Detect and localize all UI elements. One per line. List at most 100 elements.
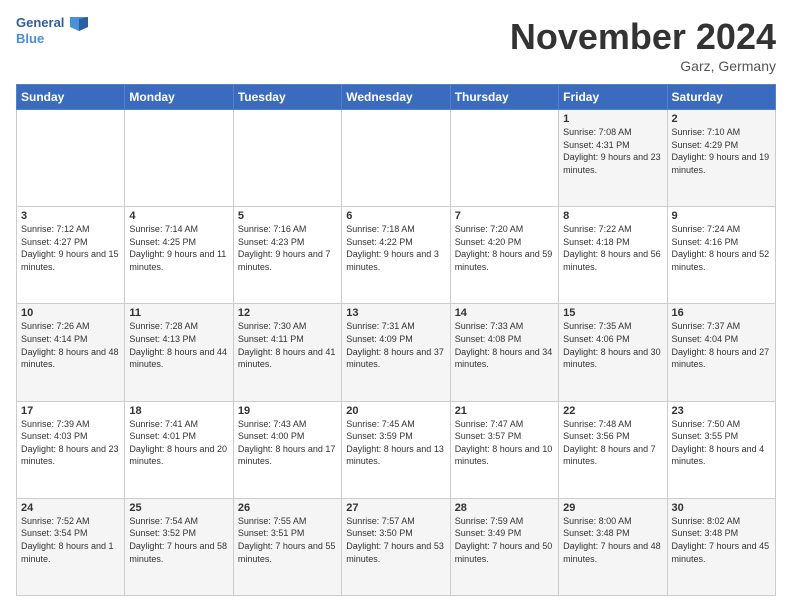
day-cell: 21Sunrise: 7:47 AM Sunset: 3:57 PM Dayli… <box>450 401 558 498</box>
day-number: 23 <box>672 405 771 417</box>
day-number: 29 <box>563 502 662 514</box>
location: Garz, Germany <box>510 58 776 74</box>
day-info: Sunrise: 7:55 AM Sunset: 3:51 PM Dayligh… <box>238 515 337 565</box>
week-row-3: 10Sunrise: 7:26 AM Sunset: 4:14 PM Dayli… <box>17 304 776 401</box>
day-cell <box>342 110 450 207</box>
day-info: Sunrise: 7:31 AM Sunset: 4:09 PM Dayligh… <box>346 320 445 370</box>
day-info: Sunrise: 7:43 AM Sunset: 4:00 PM Dayligh… <box>238 418 337 468</box>
day-cell: 9Sunrise: 7:24 AM Sunset: 4:16 PM Daylig… <box>667 207 775 304</box>
day-info: Sunrise: 8:00 AM Sunset: 3:48 PM Dayligh… <box>563 515 662 565</box>
day-number: 8 <box>563 210 662 222</box>
day-number: 19 <box>238 405 337 417</box>
day-number: 16 <box>672 307 771 319</box>
day-number: 28 <box>455 502 554 514</box>
day-number: 14 <box>455 307 554 319</box>
header-wednesday: Wednesday <box>342 85 450 110</box>
weekday-header-row: Sunday Monday Tuesday Wednesday Thursday… <box>17 85 776 110</box>
day-number: 3 <box>21 210 120 222</box>
day-number: 20 <box>346 405 445 417</box>
day-info: Sunrise: 7:26 AM Sunset: 4:14 PM Dayligh… <box>21 320 120 370</box>
day-cell: 12Sunrise: 7:30 AM Sunset: 4:11 PM Dayli… <box>233 304 341 401</box>
day-cell: 25Sunrise: 7:54 AM Sunset: 3:52 PM Dayli… <box>125 498 233 595</box>
day-cell: 16Sunrise: 7:37 AM Sunset: 4:04 PM Dayli… <box>667 304 775 401</box>
day-cell: 3Sunrise: 7:12 AM Sunset: 4:27 PM Daylig… <box>17 207 125 304</box>
header-saturday: Saturday <box>667 85 775 110</box>
day-number: 18 <box>129 405 228 417</box>
day-info: Sunrise: 7:41 AM Sunset: 4:01 PM Dayligh… <box>129 418 228 468</box>
header-sunday: Sunday <box>17 85 125 110</box>
logo-arrow-icon <box>70 17 88 31</box>
week-row-2: 3Sunrise: 7:12 AM Sunset: 4:27 PM Daylig… <box>17 207 776 304</box>
day-info: Sunrise: 7:20 AM Sunset: 4:20 PM Dayligh… <box>455 223 554 273</box>
day-cell <box>17 110 125 207</box>
day-info: Sunrise: 7:52 AM Sunset: 3:54 PM Dayligh… <box>21 515 120 565</box>
day-number: 10 <box>21 307 120 319</box>
day-number: 5 <box>238 210 337 222</box>
header: General Blue November 2024 Garz, Germany <box>16 16 776 74</box>
calendar-table: Sunday Monday Tuesday Wednesday Thursday… <box>16 84 776 596</box>
day-cell: 10Sunrise: 7:26 AM Sunset: 4:14 PM Dayli… <box>17 304 125 401</box>
day-number: 6 <box>346 210 445 222</box>
day-number: 4 <box>129 210 228 222</box>
day-info: Sunrise: 7:14 AM Sunset: 4:25 PM Dayligh… <box>129 223 228 273</box>
day-cell: 23Sunrise: 7:50 AM Sunset: 3:55 PM Dayli… <box>667 401 775 498</box>
day-info: Sunrise: 7:39 AM Sunset: 4:03 PM Dayligh… <box>21 418 120 468</box>
day-info: Sunrise: 7:47 AM Sunset: 3:57 PM Dayligh… <box>455 418 554 468</box>
day-info: Sunrise: 7:22 AM Sunset: 4:18 PM Dayligh… <box>563 223 662 273</box>
day-cell <box>233 110 341 207</box>
page: General Blue November 2024 Garz, Germany… <box>0 0 792 612</box>
day-number: 15 <box>563 307 662 319</box>
day-number: 22 <box>563 405 662 417</box>
day-number: 17 <box>21 405 120 417</box>
day-number: 25 <box>129 502 228 514</box>
day-info: Sunrise: 7:24 AM Sunset: 4:16 PM Dayligh… <box>672 223 771 273</box>
day-cell: 28Sunrise: 7:59 AM Sunset: 3:49 PM Dayli… <box>450 498 558 595</box>
header-thursday: Thursday <box>450 85 558 110</box>
week-row-5: 24Sunrise: 7:52 AM Sunset: 3:54 PM Dayli… <box>17 498 776 595</box>
logo-blue-text: Blue <box>16 31 88 47</box>
week-row-4: 17Sunrise: 7:39 AM Sunset: 4:03 PM Dayli… <box>17 401 776 498</box>
day-cell: 1Sunrise: 7:08 AM Sunset: 4:31 PM Daylig… <box>559 110 667 207</box>
day-info: Sunrise: 7:45 AM Sunset: 3:59 PM Dayligh… <box>346 418 445 468</box>
day-info: Sunrise: 7:10 AM Sunset: 4:29 PM Dayligh… <box>672 126 771 176</box>
header-monday: Monday <box>125 85 233 110</box>
day-number: 7 <box>455 210 554 222</box>
day-cell: 17Sunrise: 7:39 AM Sunset: 4:03 PM Dayli… <box>17 401 125 498</box>
week-row-1: 1Sunrise: 7:08 AM Sunset: 4:31 PM Daylig… <box>17 110 776 207</box>
day-cell: 18Sunrise: 7:41 AM Sunset: 4:01 PM Dayli… <box>125 401 233 498</box>
day-number: 2 <box>672 113 771 125</box>
day-cell: 27Sunrise: 7:57 AM Sunset: 3:50 PM Dayli… <box>342 498 450 595</box>
day-cell: 14Sunrise: 7:33 AM Sunset: 4:08 PM Dayli… <box>450 304 558 401</box>
month-title: November 2024 <box>510 16 776 58</box>
day-number: 24 <box>21 502 120 514</box>
day-cell: 15Sunrise: 7:35 AM Sunset: 4:06 PM Dayli… <box>559 304 667 401</box>
day-info: Sunrise: 7:33 AM Sunset: 4:08 PM Dayligh… <box>455 320 554 370</box>
day-cell: 29Sunrise: 8:00 AM Sunset: 3:48 PM Dayli… <box>559 498 667 595</box>
day-info: Sunrise: 7:48 AM Sunset: 3:56 PM Dayligh… <box>563 418 662 468</box>
day-cell: 5Sunrise: 7:16 AM Sunset: 4:23 PM Daylig… <box>233 207 341 304</box>
day-cell: 6Sunrise: 7:18 AM Sunset: 4:22 PM Daylig… <box>342 207 450 304</box>
day-cell: 4Sunrise: 7:14 AM Sunset: 4:25 PM Daylig… <box>125 207 233 304</box>
day-info: Sunrise: 7:59 AM Sunset: 3:49 PM Dayligh… <box>455 515 554 565</box>
day-cell: 2Sunrise: 7:10 AM Sunset: 4:29 PM Daylig… <box>667 110 775 207</box>
day-info: Sunrise: 7:12 AM Sunset: 4:27 PM Dayligh… <box>21 223 120 273</box>
day-number: 9 <box>672 210 771 222</box>
day-number: 11 <box>129 307 228 319</box>
day-cell <box>125 110 233 207</box>
day-info: Sunrise: 7:37 AM Sunset: 4:04 PM Dayligh… <box>672 320 771 370</box>
logo: General Blue <box>16 16 88 46</box>
day-info: Sunrise: 7:35 AM Sunset: 4:06 PM Dayligh… <box>563 320 662 370</box>
day-cell: 13Sunrise: 7:31 AM Sunset: 4:09 PM Dayli… <box>342 304 450 401</box>
day-number: 30 <box>672 502 771 514</box>
day-cell: 22Sunrise: 7:48 AM Sunset: 3:56 PM Dayli… <box>559 401 667 498</box>
day-info: Sunrise: 7:16 AM Sunset: 4:23 PM Dayligh… <box>238 223 337 273</box>
logo-general-text: General <box>16 15 64 30</box>
day-number: 21 <box>455 405 554 417</box>
day-info: Sunrise: 7:28 AM Sunset: 4:13 PM Dayligh… <box>129 320 228 370</box>
day-info: Sunrise: 7:50 AM Sunset: 3:55 PM Dayligh… <box>672 418 771 468</box>
day-info: Sunrise: 7:30 AM Sunset: 4:11 PM Dayligh… <box>238 320 337 370</box>
day-info: Sunrise: 7:57 AM Sunset: 3:50 PM Dayligh… <box>346 515 445 565</box>
day-cell: 24Sunrise: 7:52 AM Sunset: 3:54 PM Dayli… <box>17 498 125 595</box>
day-cell: 30Sunrise: 8:02 AM Sunset: 3:48 PM Dayli… <box>667 498 775 595</box>
day-number: 13 <box>346 307 445 319</box>
